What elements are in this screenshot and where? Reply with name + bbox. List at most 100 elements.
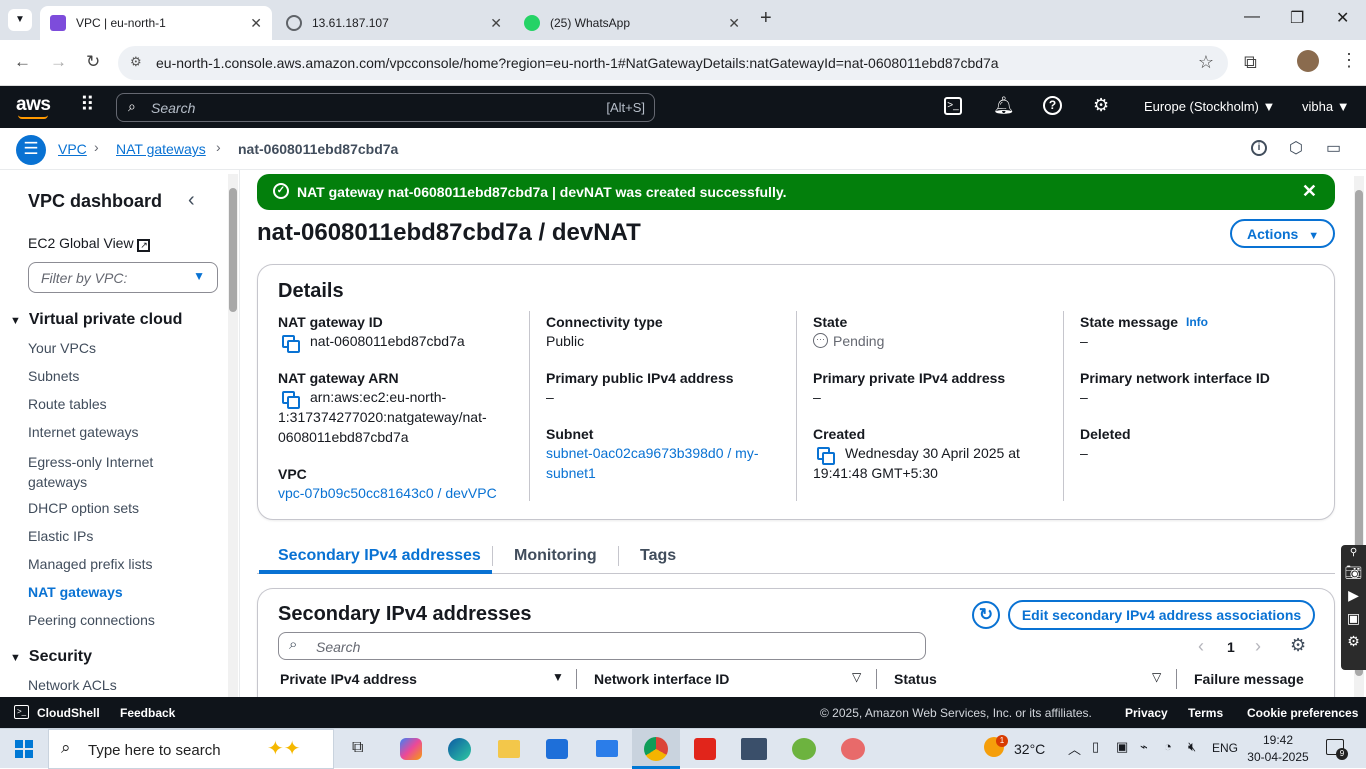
- restore-icon[interactable]: ❐: [1290, 8, 1304, 28]
- subnet-link-line1[interactable]: subnet-0ac02ca9673b398d0 / my-: [546, 443, 758, 463]
- tab-secondary-ipv4[interactable]: Secondary IPv4 addresses: [278, 547, 481, 565]
- account-menu[interactable]: vibha ▼: [1302, 99, 1350, 114]
- info-panel-icon[interactable]: i: [1251, 140, 1267, 156]
- collapse-sidebar-icon[interactable]: ‹: [188, 189, 195, 212]
- footer-cloudshell[interactable]: CloudShell: [37, 706, 100, 720]
- next-page-icon[interactable]: ›: [1255, 636, 1261, 657]
- camera-icon[interactable]: 📷︎: [1341, 564, 1366, 581]
- tools-hexagon-icon[interactable]: ⬡: [1289, 138, 1303, 158]
- browser-tab-whatsapp[interactable]: (25) WhatsApp ✕: [514, 6, 750, 40]
- profile-avatar[interactable]: [1297, 50, 1319, 72]
- window-close-icon[interactable]: ✕: [1336, 8, 1349, 28]
- side-nav-toggle-icon[interactable]: ☰: [16, 135, 46, 165]
- close-tab-icon[interactable]: ✕: [728, 15, 740, 32]
- tray-network-icon[interactable]: ⌁: [1140, 739, 1148, 755]
- help-icon[interactable]: ?: [1043, 96, 1062, 115]
- taskbar-search-box[interactable]: ⌕ Type here to search ✦✦: [48, 729, 334, 769]
- sidebar-title[interactable]: VPC dashboard: [28, 191, 162, 212]
- refresh-icon[interactable]: ↻: [972, 601, 1000, 629]
- breadcrumb-nat-gateways[interactable]: NAT gateways: [116, 141, 206, 157]
- windows-start-icon[interactable]: [15, 740, 33, 758]
- tray-chevron-up-icon[interactable]: ︿: [1068, 739, 1081, 758]
- aws-search-bar[interactable]: ⌕ Search [Alt+S]: [116, 93, 655, 122]
- footer-feedback[interactable]: Feedback: [120, 706, 175, 720]
- column-header-private-ipv4[interactable]: Private IPv4 address: [280, 671, 417, 687]
- minimize-icon[interactable]: —: [1244, 8, 1260, 26]
- vpc-link[interactable]: vpc-07b09c50cc81643c0 / devVPC: [278, 483, 497, 503]
- browser-tab-ip[interactable]: 13.61.187.107 ✕: [276, 6, 512, 40]
- sort-icon[interactable]: ▽: [1152, 670, 1161, 684]
- tray-volume-muted-icon[interactable]: 🔇︎: [1188, 739, 1196, 755]
- sidebar-item-nat-gateways[interactable]: NAT gateways: [28, 584, 123, 600]
- subnet-link-line2[interactable]: subnet1: [546, 463, 596, 483]
- copilot-app-icon[interactable]: [400, 738, 422, 760]
- chrome-menu-icon[interactable]: ⋮: [1340, 50, 1358, 71]
- column-header-failure[interactable]: Failure message: [1194, 671, 1304, 687]
- footer-cookie-preferences[interactable]: Cookie preferences: [1247, 706, 1358, 720]
- screen-panel-icon[interactable]: ▭: [1326, 138, 1341, 158]
- services-grid-icon[interactable]: ⠿: [80, 95, 95, 115]
- copy-icon[interactable]: [282, 391, 300, 409]
- mail-icon[interactable]: [596, 740, 618, 757]
- sidebar-section-vpc[interactable]: ▼ Virtual private cloud: [10, 311, 182, 329]
- copy-icon[interactable]: [817, 447, 835, 465]
- prev-page-icon[interactable]: ‹: [1198, 636, 1204, 657]
- reload-icon[interactable]: ↻: [86, 52, 100, 72]
- vpc-filter-select[interactable]: Filter by VPC: ▼: [28, 262, 218, 293]
- site-info-icon[interactable]: ⚙: [130, 54, 142, 70]
- new-tab-icon[interactable]: +: [760, 7, 772, 30]
- sidebar-item-route-tables[interactable]: Route tables: [28, 396, 107, 412]
- footer-terms[interactable]: Terms: [1188, 706, 1223, 720]
- edit-secondary-ipv4-button[interactable]: Edit secondary IPv4 address associations: [1008, 600, 1315, 630]
- toolbar-pin-icon[interactable]: ⚲: [1341, 547, 1366, 558]
- sidebar-scroll-thumb[interactable]: [229, 188, 237, 312]
- tray-date[interactable]: 30-04-2025: [1246, 750, 1310, 764]
- actions-button[interactable]: Actions ▼: [1230, 219, 1335, 248]
- tray-meet-icon[interactable]: ▣: [1116, 739, 1128, 755]
- dismiss-flash-icon[interactable]: ✕: [1302, 181, 1317, 202]
- toolbar-settings-icon[interactable]: ⚙: [1341, 633, 1366, 650]
- tab-tags[interactable]: Tags: [640, 547, 676, 565]
- preferences-gear-icon[interactable]: ⚙: [1290, 635, 1306, 656]
- tab-search-icon[interactable]: ▼: [8, 9, 32, 31]
- file-explorer-icon[interactable]: [498, 740, 520, 758]
- cloudshell-icon[interactable]: >_: [944, 97, 962, 115]
- window-icon[interactable]: ▣: [1341, 610, 1366, 627]
- page-number[interactable]: 1: [1227, 639, 1235, 655]
- video-icon[interactable]: ▶: [1341, 587, 1366, 604]
- sidebar-item-peering[interactable]: Peering connections: [28, 612, 155, 628]
- notifications-bell-icon[interactable]: 🔔︎: [993, 96, 1015, 116]
- close-tab-icon[interactable]: ✕: [490, 15, 502, 32]
- close-tab-icon[interactable]: ✕: [250, 15, 262, 32]
- forward-icon[interactable]: →: [50, 52, 67, 72]
- chrome-taskbar-button[interactable]: [632, 729, 680, 769]
- column-header-eni[interactable]: Network interface ID: [594, 671, 729, 687]
- app-icon[interactable]: [841, 738, 865, 760]
- sidebar-item-dhcp[interactable]: DHCP option sets: [28, 500, 139, 516]
- sidebar-section-security[interactable]: ▼ Security: [10, 648, 92, 666]
- sidebar-item-network-acls[interactable]: Network ACLs: [28, 677, 117, 693]
- sidebar-item-internet-gateways[interactable]: Internet gateways: [28, 424, 139, 440]
- acrobat-icon[interactable]: [694, 738, 716, 760]
- footer-privacy[interactable]: Privacy: [1125, 706, 1168, 720]
- back-icon[interactable]: ←: [14, 52, 31, 72]
- sidebar-scrollbar[interactable]: [228, 174, 238, 697]
- sidebar-item-your-vpcs[interactable]: Your VPCs: [28, 340, 96, 356]
- tab-monitoring[interactable]: Monitoring: [514, 547, 597, 565]
- sort-icon[interactable]: ▽: [852, 670, 861, 684]
- browser-tab-vpc[interactable]: VPC | eu-north-1 ✕: [40, 6, 272, 40]
- aws-logo[interactable]: aws: [16, 94, 51, 116]
- tray-language[interactable]: ENG: [1212, 741, 1238, 755]
- sidebar-item-subnets[interactable]: Subnets: [28, 368, 79, 384]
- spring-tool-icon[interactable]: [792, 738, 816, 760]
- tray-device-icon[interactable]: ▯: [1092, 739, 1099, 755]
- sort-icon[interactable]: ▼: [552, 670, 564, 684]
- secondary-search-input[interactable]: ⌕ Search: [278, 632, 926, 660]
- url-field[interactable]: ⚙ eu-north-1.console.aws.amazon.com/vpcc…: [118, 46, 1228, 80]
- task-view-icon[interactable]: ⧉: [352, 739, 363, 757]
- copy-icon[interactable]: [282, 335, 300, 353]
- breadcrumb-vpc[interactable]: VPC: [58, 141, 87, 157]
- column-header-status[interactable]: Status: [894, 671, 937, 687]
- region-selector[interactable]: Europe (Stockholm) ▼: [1144, 99, 1275, 114]
- bookmark-star-icon[interactable]: ☆: [1198, 52, 1214, 73]
